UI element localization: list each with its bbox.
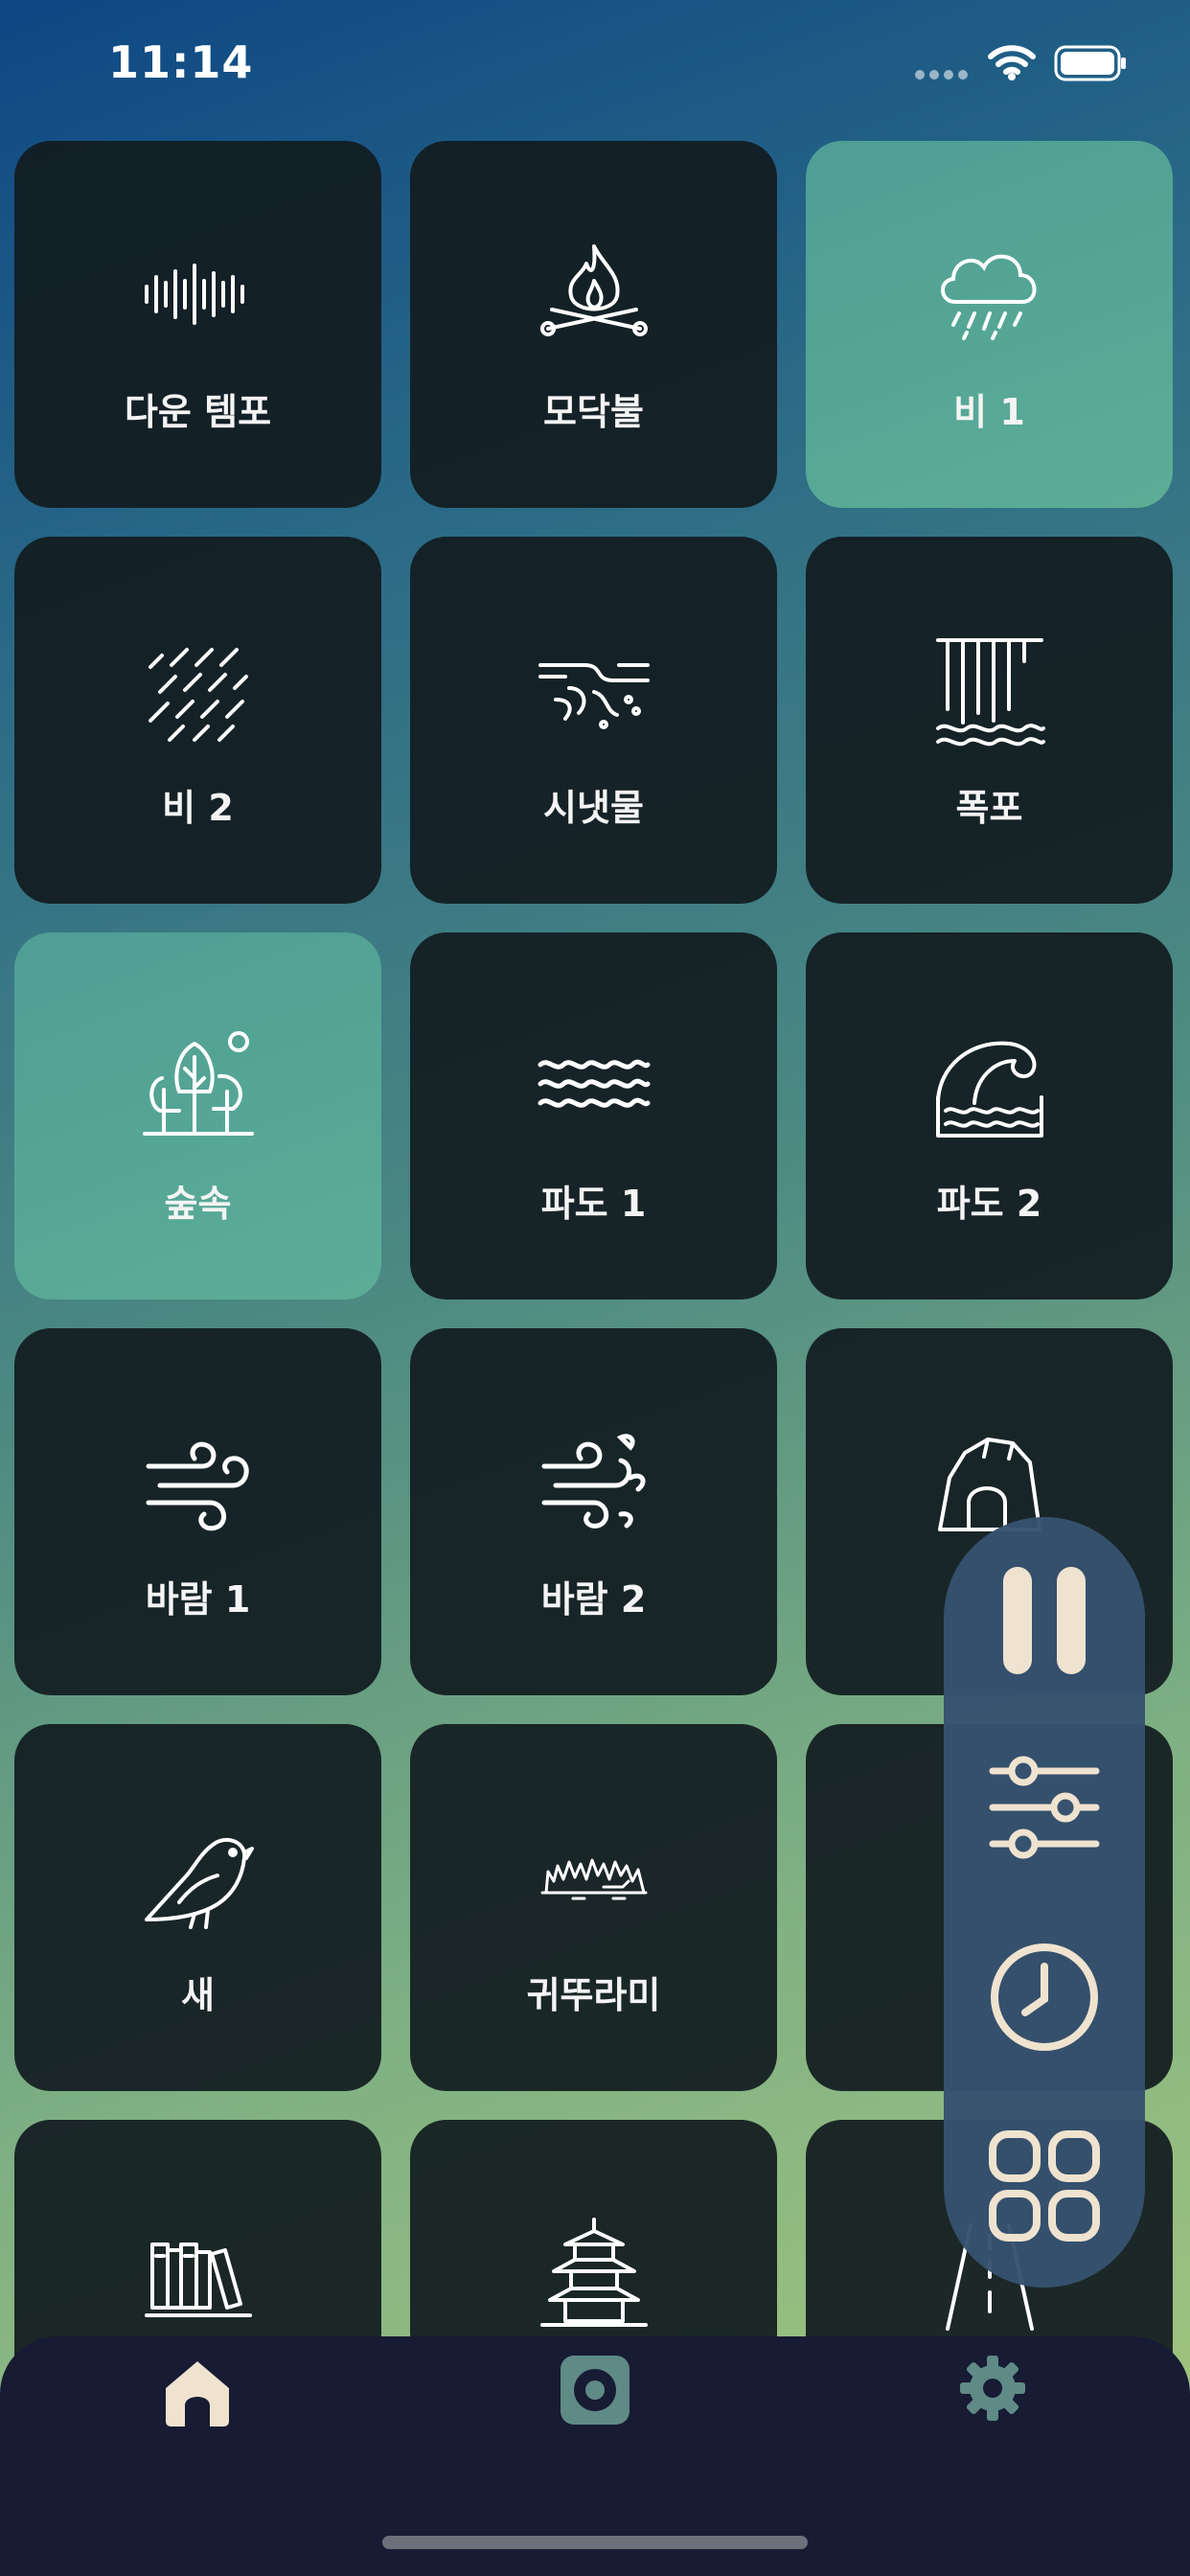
big-wave-icon (932, 1028, 1047, 1143)
battery-icon (1054, 45, 1127, 85)
grid-icon[interactable] (989, 2130, 1100, 2245)
signal-dots (915, 70, 968, 80)
waterfall-icon (932, 632, 1047, 748)
clock-icon[interactable] (989, 1942, 1100, 2057)
sound-tile[interactable]: 비 1 (806, 141, 1173, 508)
sound-tile[interactable]: 바람 1 (14, 1328, 381, 1695)
sound-tile[interactable]: 귀뚜라미 (410, 1724, 777, 2091)
home-icon (166, 2361, 229, 2426)
sound-tile[interactable]: 모닥불 (410, 141, 777, 508)
wind-icon (141, 1424, 256, 1539)
pagoda-icon (537, 2216, 652, 2331)
speaker-icon (561, 2356, 629, 2425)
sound-tile[interactable]: 다운 템포 (14, 141, 381, 508)
sound-tile[interactable]: 폭포 (806, 537, 1173, 904)
tile-label: 바람 1 (145, 1578, 251, 1621)
sliders-icon[interactable] (989, 1752, 1100, 1867)
wifi-icon (987, 43, 1037, 85)
tile-label: 새 (181, 1974, 215, 2016)
sound-tile[interactable]: 새 (14, 1724, 381, 2091)
grass-icon (537, 1820, 652, 1935)
tile-label: 파도 2 (936, 1183, 1042, 1225)
tile-label: 시냇물 (543, 787, 644, 829)
rain-icon (141, 632, 256, 748)
tile-label: 비 2 (162, 787, 234, 829)
wind-leaves-icon (537, 1424, 652, 1539)
stream-icon (537, 632, 652, 748)
tab-home[interactable] (160, 2356, 235, 2432)
sound-tile[interactable]: 숲속 (14, 932, 381, 1300)
rain-cloud-icon (932, 237, 1047, 352)
soundwave-icon (141, 237, 256, 352)
home-indicator (382, 2536, 808, 2549)
sound-tile[interactable]: 바람 2 (410, 1328, 777, 1695)
tile-label: 폭포 (955, 787, 1023, 829)
books-icon (141, 2216, 256, 2331)
tile-label: 다운 템포 (124, 391, 272, 433)
sound-tile[interactable]: 파도 2 (806, 932, 1173, 1300)
tile-label: 파도 1 (540, 1183, 647, 1225)
gear-icon (960, 2356, 1025, 2421)
playback-controls (944, 1517, 1145, 2288)
bird-icon (141, 1820, 256, 1935)
sound-tile[interactable]: 비 2 (14, 537, 381, 904)
tile-label: 귀뚜라미 (526, 1974, 661, 2016)
pause-icon[interactable] (1001, 1565, 1087, 1680)
tab-player[interactable] (559, 2354, 631, 2430)
tile-label: 바람 2 (540, 1578, 647, 1621)
sound-tile[interactable]: 시냇물 (410, 537, 777, 904)
waves-icon (537, 1028, 652, 1143)
status-time: 11:14 (108, 36, 254, 88)
campfire-icon (537, 237, 652, 352)
tile-label: 비 1 (953, 391, 1025, 433)
sound-tile[interactable]: 파도 1 (410, 932, 777, 1300)
forest-icon (141, 1028, 256, 1143)
tile-label: 숲속 (164, 1183, 232, 1225)
tab-settings[interactable] (958, 2354, 1027, 2426)
tile-label: 모닥불 (543, 391, 644, 433)
